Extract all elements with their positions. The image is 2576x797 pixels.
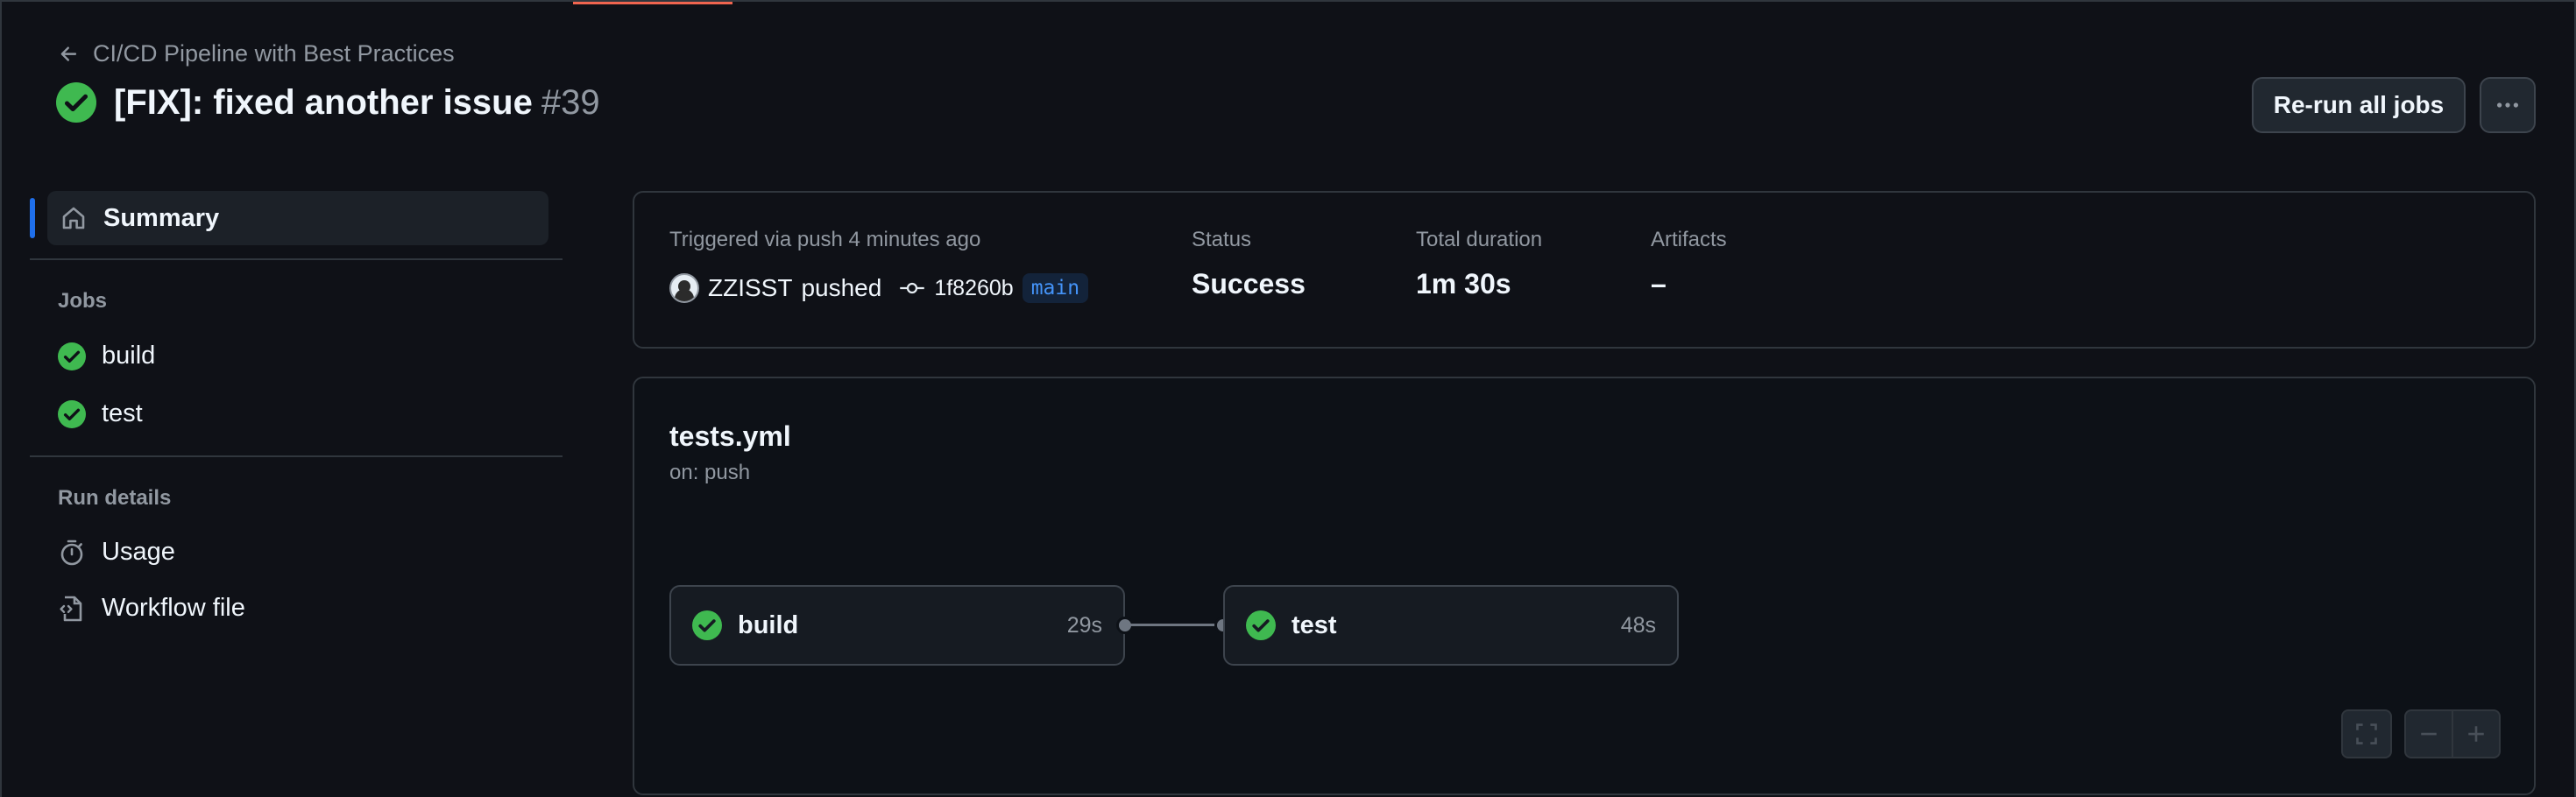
home-icon [62, 207, 85, 229]
file-code-icon [60, 596, 82, 621]
back-link-label: CI/CD Pipeline with Best Practices [93, 40, 455, 67]
job-node-test[interactable]: test 48s [1223, 585, 1679, 666]
back-to-workflow-link[interactable]: CI/CD Pipeline with Best Practices [58, 40, 455, 67]
push-details: ZZISST pushed 1f8260b main [669, 273, 1089, 303]
plus-icon [2468, 726, 2484, 742]
commit-sha-link[interactable]: 1f8260b [934, 276, 1013, 301]
check-circle-icon [58, 399, 86, 428]
job-duration: 29s [1066, 612, 1102, 638]
sidebar-item-build[interactable]: build [58, 342, 155, 370]
minus-icon [2421, 732, 2437, 736]
arrow-left-icon [60, 46, 77, 61]
stopwatch-icon [60, 540, 83, 565]
run-title: [FIX]: fixed another issue [114, 82, 533, 122]
run-title-row: [FIX]: fixed another issue #39 [56, 82, 600, 123]
sidebar-item-label: Workflow file [102, 594, 245, 622]
sidebar-item-workflow-file[interactable]: Workflow file [58, 594, 245, 623]
run-details-heading: Run details [58, 486, 172, 510]
page-title: [FIX]: fixed another issue #39 [114, 83, 600, 123]
check-circle-icon [58, 342, 86, 370]
more-options-button[interactable] [2480, 77, 2536, 133]
screen-full-icon [2356, 723, 2377, 744]
git-commit-icon [900, 282, 925, 294]
duration-label: Total duration [1416, 228, 1543, 251]
check-circle-icon [56, 82, 96, 123]
job-name: build [738, 610, 799, 639]
sidebar-item-summary[interactable]: Summary [30, 191, 548, 245]
progress-accent-bar [573, 2, 732, 4]
active-indicator [30, 198, 35, 238]
run-summary-card: Triggered via push 4 minutes ago ZZISST … [633, 191, 2536, 349]
sidebar-item-label: build [102, 342, 156, 370]
job-connector [1130, 624, 1218, 626]
job-node-build[interactable]: build 29s [669, 585, 1125, 666]
workflow-graph-card: tests.yml on: push build 29s test 48s [633, 377, 2536, 795]
jobs-heading: Jobs [58, 289, 108, 313]
sidebar-item-usage[interactable]: Usage [58, 538, 175, 567]
status-value: Success [1192, 268, 1306, 300]
sidebar-item-test[interactable]: test [58, 399, 143, 428]
status-label: Status [1192, 228, 1252, 251]
rerun-all-jobs-button[interactable]: Re-run all jobs [2252, 77, 2466, 133]
artifacts-label: Artifacts [1651, 228, 1727, 251]
run-number: #39 [541, 82, 600, 122]
check-circle-icon [692, 610, 722, 640]
avatar[interactable] [669, 273, 699, 303]
job-name: test [1292, 610, 1337, 639]
workflow-file-name[interactable]: tests.yml [669, 420, 791, 453]
sidebar-divider [30, 258, 563, 260]
sidebar-divider [30, 455, 563, 457]
sidebar-item-label: test [102, 399, 143, 427]
zoom-out-button[interactable] [2404, 709, 2453, 758]
branch-badge[interactable]: main [1022, 273, 1089, 303]
kebab-horizontal-icon [2497, 102, 2518, 108]
check-circle-icon [1246, 610, 1276, 640]
artifacts-value: – [1651, 268, 1667, 300]
sidebar-item-label: Usage [102, 538, 175, 566]
actor-name[interactable]: ZZISST [708, 274, 792, 302]
zoom-in-button[interactable] [2452, 709, 2501, 758]
workflow-run-page: CI/CD Pipeline with Best Practices [FIX]… [0, 0, 2576, 797]
workflow-trigger: on: push [669, 461, 751, 484]
duration-value: 1m 30s [1416, 268, 1511, 300]
sidebar-item-label: Summary [103, 203, 220, 232]
fullscreen-button[interactable] [2341, 709, 2392, 758]
action-text: pushed [801, 274, 882, 301]
job-duration: 48s [1620, 612, 1656, 638]
trigger-text: Triggered via push 4 minutes ago [669, 228, 981, 251]
